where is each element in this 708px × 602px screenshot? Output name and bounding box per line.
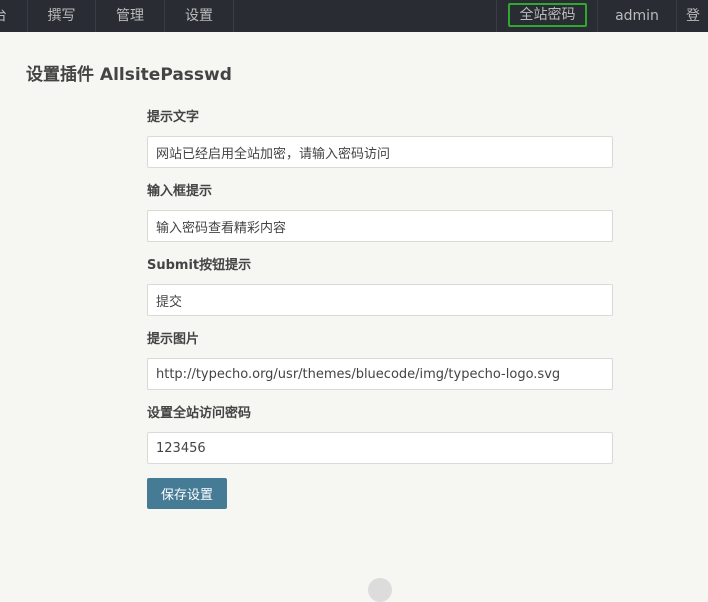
submit-text-input[interactable] bbox=[147, 284, 613, 316]
field-site-password: 设置全站访问密码 bbox=[147, 402, 613, 476]
nav-item-user[interactable]: admin bbox=[598, 0, 677, 32]
nav-left-menu: 台 撰写 管理 设置 bbox=[0, 0, 234, 32]
plugin-settings-form: 提示文字 输入框提示 Submit按钮提示 提示图片 设置全站访问密码 bbox=[147, 106, 613, 476]
nav-item-console[interactable]: 台 bbox=[0, 0, 28, 32]
nav-item-settings[interactable]: 设置 bbox=[165, 0, 234, 32]
save-settings-button[interactable]: 保存设置 bbox=[147, 478, 227, 509]
prompt-text-input[interactable] bbox=[147, 136, 613, 168]
input-placeholder-input[interactable] bbox=[147, 210, 613, 242]
nav-right-menu: 全站密码 admin 登 bbox=[496, 0, 708, 32]
scroll-indicator bbox=[368, 578, 392, 602]
field-prompt-image: 提示图片 bbox=[147, 328, 613, 402]
page-title: 设置插件 AllsitePasswd bbox=[26, 65, 232, 85]
nav-item-manage[interactable]: 管理 bbox=[96, 0, 165, 32]
prompt-image-input[interactable] bbox=[147, 358, 613, 390]
highlight-box: 全站密码 bbox=[508, 3, 587, 27]
nav-item-allsite-password[interactable]: 全站密码 bbox=[496, 0, 598, 32]
field-submit-text: Submit按钮提示 bbox=[147, 254, 613, 328]
field-label: 提示文字 bbox=[147, 110, 200, 125]
field-label: 设置全站访问密码 bbox=[147, 406, 252, 421]
field-input-placeholder: 输入框提示 bbox=[147, 180, 613, 254]
top-navbar: 台 撰写 管理 设置 全站密码 admin 登 bbox=[0, 0, 708, 32]
field-label: 提示图片 bbox=[147, 332, 200, 347]
site-password-input[interactable] bbox=[147, 432, 613, 464]
nav-item-logout[interactable]: 登 bbox=[677, 0, 708, 32]
field-prompt-text: 提示文字 bbox=[147, 106, 613, 180]
nav-item-write[interactable]: 撰写 bbox=[28, 0, 96, 32]
field-label: 输入框提示 bbox=[147, 184, 213, 199]
field-label: Submit按钮提示 bbox=[147, 258, 252, 273]
